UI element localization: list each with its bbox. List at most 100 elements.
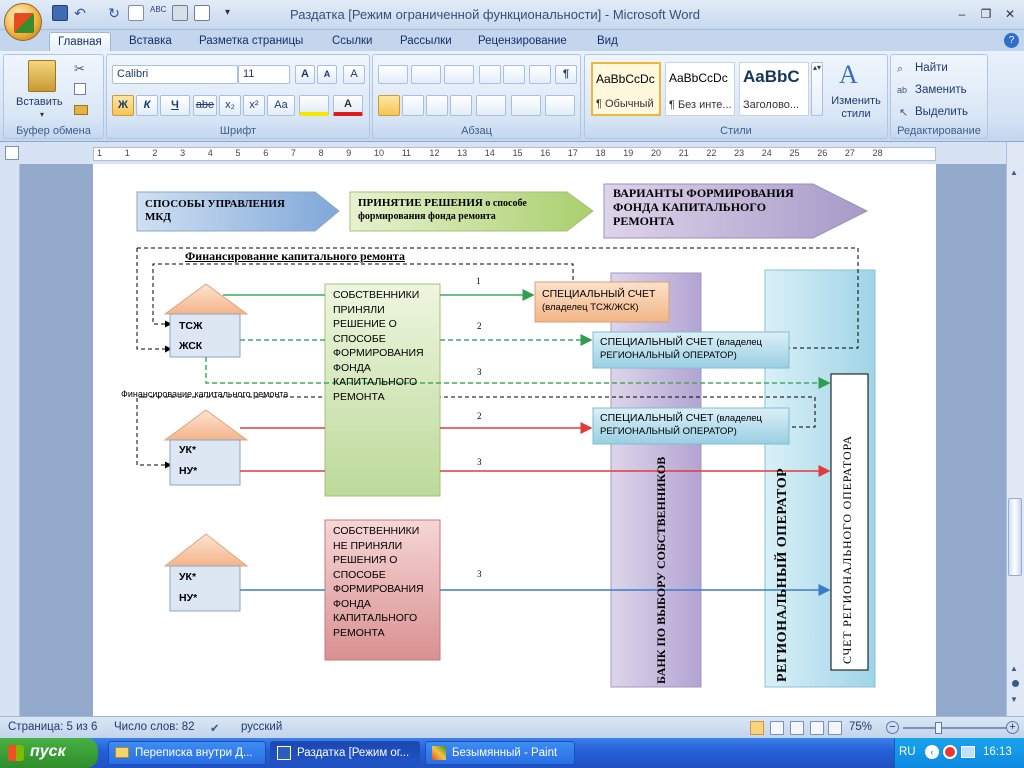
tray-arrow-icon[interactable]: ‹	[925, 745, 939, 759]
draft-view-icon[interactable]	[828, 721, 842, 735]
zoom-out-icon[interactable]: −	[886, 721, 899, 734]
document-page[interactable]: СПОСОБЫ УПРАВЛЕНИЯ МКД ПРИНЯТИЕ РЕШЕНИЯ …	[93, 164, 936, 716]
tab-selector-icon[interactable]	[5, 146, 19, 160]
office-button[interactable]	[4, 3, 42, 41]
save-icon[interactable]	[52, 5, 68, 21]
select-icon[interactable]: ↖	[899, 106, 908, 119]
subscript-button[interactable]: x₂	[219, 95, 241, 116]
minimize-button[interactable]: –	[950, 5, 974, 23]
align-right-icon[interactable]	[426, 95, 448, 116]
scroll-up-icon[interactable]: ▲	[1010, 168, 1018, 177]
strikethrough-button[interactable]: abe	[193, 95, 217, 116]
increase-indent-icon[interactable]	[503, 65, 525, 84]
highlight-icon[interactable]	[299, 95, 329, 116]
tab-home[interactable]: Главная	[49, 32, 111, 51]
undo-icon[interactable]: ↶	[72, 5, 88, 21]
copy-icon[interactable]	[74, 83, 86, 95]
language-indicator[interactable]: RU	[899, 746, 916, 758]
full-screen-view-icon[interactable]	[770, 721, 784, 735]
print-icon[interactable]	[172, 5, 188, 21]
zoom-slider[interactable]	[903, 727, 1006, 729]
italic-button[interactable]: К	[136, 95, 158, 116]
close-button[interactable]: ✕	[998, 5, 1022, 23]
borders-icon[interactable]	[545, 95, 575, 116]
replace-button[interactable]: Заменить	[915, 84, 967, 96]
print-preview-icon[interactable]	[194, 5, 210, 21]
font-name-select[interactable]: Calibri	[112, 65, 238, 84]
language[interactable]: русский	[241, 721, 282, 733]
shading-icon[interactable]	[511, 95, 541, 116]
proofing-icon[interactable]: ✔	[210, 721, 220, 735]
tab-view[interactable]: Вид	[589, 32, 626, 51]
bold-button[interactable]: Ж	[112, 95, 134, 116]
change-styles-icon[interactable]: A	[839, 60, 858, 90]
line-spacing-icon[interactable]	[476, 95, 506, 116]
next-page-icon[interactable]: ▼	[1010, 695, 1018, 704]
restore-button[interactable]: ❐	[974, 5, 998, 23]
format-painter-icon[interactable]	[74, 105, 88, 115]
spelling-icon[interactable]: ABC	[150, 5, 166, 21]
paste-icon[interactable]	[28, 60, 56, 92]
tab-insert[interactable]: Вставка	[121, 32, 180, 51]
zoom-in-icon[interactable]: +	[1006, 721, 1019, 734]
align-left-icon[interactable]	[378, 95, 400, 116]
style-heading[interactable]: AaBbC Заголово...	[739, 62, 809, 116]
style-normal[interactable]: AaBbCcDc ¶ Обычный	[591, 62, 661, 116]
customize-qat-icon[interactable]: ▾	[225, 5, 241, 21]
web-layout-view-icon[interactable]	[790, 721, 804, 735]
antivirus-icon[interactable]	[943, 745, 957, 759]
paste-button[interactable]: Вставить	[16, 96, 63, 108]
change-styles-button[interactable]: Изменить стили	[825, 95, 887, 121]
word-count[interactable]: Число слов: 82	[114, 721, 195, 733]
multilevel-list-icon[interactable]	[444, 65, 474, 84]
help-icon[interactable]: ?	[1004, 33, 1019, 48]
ruler-number: 15	[512, 148, 523, 158]
new-document-icon[interactable]	[128, 5, 144, 21]
vertical-scrollbar[interactable]: ▲ ▲ ▼	[1006, 142, 1024, 716]
zoom-slider-handle[interactable]	[935, 722, 942, 734]
style-no-spacing[interactable]: AaBbCcDc ¶ Без инте...	[665, 62, 735, 116]
prev-page-icon[interactable]: ▲	[1010, 664, 1018, 673]
zoom-level[interactable]: 75%	[849, 721, 872, 733]
cut-icon[interactable]: ✂	[74, 61, 85, 77]
font-size-select[interactable]: 11	[238, 65, 290, 84]
page-count[interactable]: Страница: 5 из 6	[8, 721, 97, 733]
sort-icon[interactable]	[529, 65, 551, 84]
font-color-icon[interactable]: A	[333, 95, 363, 116]
print-layout-view-icon[interactable]	[750, 721, 764, 735]
taskbar-item-paint[interactable]: Безымянный - Paint	[425, 741, 575, 765]
underline-button[interactable]: Ч	[160, 95, 190, 116]
styles-scroll-icon[interactable]: ▴▾	[811, 62, 823, 116]
browse-object-icon[interactable]	[1012, 680, 1019, 687]
outline-view-icon[interactable]	[810, 721, 824, 735]
tab-mailings[interactable]: Рассылки	[392, 32, 460, 51]
ruler-number: 14	[484, 148, 495, 158]
shrink-font-icon[interactable]: A	[317, 65, 337, 84]
justify-icon[interactable]	[450, 95, 472, 116]
redo-icon[interactable]: ↻	[106, 5, 122, 21]
start-button[interactable]: пуск	[0, 738, 98, 768]
align-center-icon[interactable]	[402, 95, 424, 116]
tab-references[interactable]: Ссылки	[324, 32, 381, 51]
clear-format-icon[interactable]: A	[343, 65, 365, 84]
scrollbar-thumb[interactable]	[1008, 498, 1022, 576]
clock[interactable]: 16:13	[983, 746, 1012, 758]
taskbar-item-word[interactable]: Раздатка [Режим ог...	[270, 741, 420, 765]
bullets-icon[interactable]	[378, 65, 408, 84]
taskbar-item-folder[interactable]: Переписка внутри Д...	[108, 741, 266, 765]
vertical-ruler[interactable]	[0, 164, 20, 716]
horizontal-ruler[interactable]: 1 1 2 3 4 5 6 7 8 9 10 11 12 13 14 15 16 17 18 19 20 21 22 23 24…	[93, 147, 936, 161]
decrease-indent-icon[interactable]	[479, 65, 501, 84]
find-button[interactable]: Найти	[915, 62, 948, 74]
select-button[interactable]: Выделить	[915, 106, 968, 118]
find-icon[interactable]: ⌕	[897, 63, 903, 76]
numbering-icon[interactable]	[411, 65, 441, 84]
change-case-button[interactable]: Aa	[267, 95, 295, 116]
tab-page-layout[interactable]: Разметка страницы	[191, 32, 311, 51]
tab-review[interactable]: Рецензирование	[470, 32, 575, 51]
grow-font-icon[interactable]: A	[295, 65, 315, 84]
superscript-button[interactable]: x²	[243, 95, 265, 116]
network-icon[interactable]	[961, 746, 975, 758]
show-marks-icon[interactable]: ¶	[555, 65, 577, 84]
replace-icon[interactable]: ab	[897, 85, 907, 95]
